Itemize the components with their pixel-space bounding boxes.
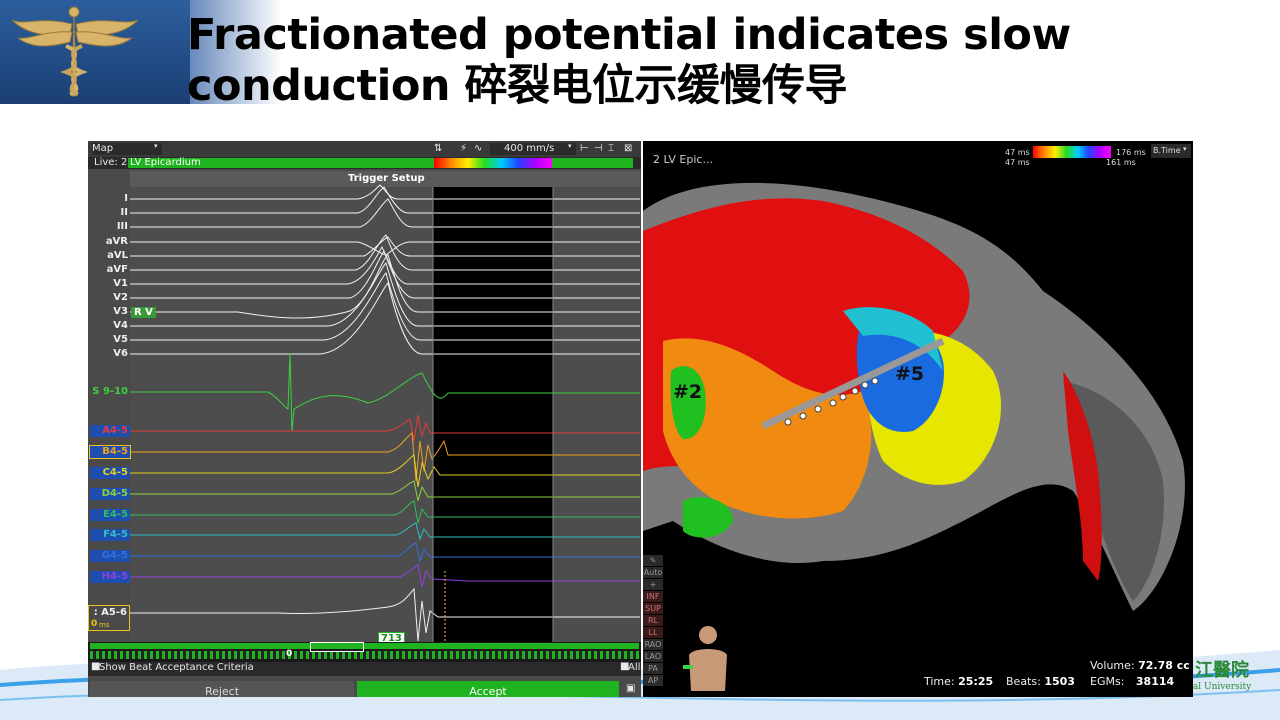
view-sup-button[interactable]: SUP [643,603,663,614]
orientation-torso-icon[interactable] [683,621,733,691]
chevron-down-icon: ▾ [1183,145,1187,153]
timeline-green-bar [90,643,639,649]
bipole-chip-g[interactable]: G4-5 [90,550,130,562]
bipole-trace-c [130,454,640,488]
ep-recording-panel: Map ▾ ⇅ ⚡ ∿ 400 mm/s ▾ ⊢ ⊣ ⌶ ⊠ Live: 2 L… [88,141,641,697]
selected-channel-box[interactable]: : A5-6 0 ms [88,605,130,631]
lead-label-iii: III [116,221,128,232]
egms-value: 38114 [1135,675,1175,688]
watermark-en: ical University [1185,682,1252,692]
egm-traces [130,184,640,642]
bipole-chip-e[interactable]: E4-5 [90,509,130,521]
volume-label: Volume: [1090,659,1135,672]
ref-trace [130,352,640,432]
egms-readout: EGMs: 38114 [1090,675,1174,688]
view-inf-button[interactable]: INF [643,591,663,602]
reject-button[interactable]: Reject [90,681,354,697]
ecg-trace-v5 [130,272,640,341]
ecg-trace-v6 [130,282,640,355]
bipole-trace-d [130,480,640,502]
lat-max-bottom: 161 ms [1106,158,1136,167]
ms-unit: ms [99,621,110,629]
lat-color-scale[interactable] [1033,146,1111,158]
bipole-trace-h [130,564,640,588]
lead-label-avr: aVR [105,236,128,247]
lock-icon[interactable]: ▣ [626,683,635,694]
timeline-zero: 0 [286,649,293,659]
bipole-trace-a [130,414,640,442]
lead-label-v3: V3 [113,306,128,317]
view-ll-button[interactable]: LL [643,627,663,638]
all-label: All [628,662,641,673]
bipole-chip-a[interactable]: A4-5 [90,425,130,437]
bipole-chip-c[interactable]: C4-5 [90,467,130,479]
ecg-trace-v4 [130,262,640,327]
time-value: 25:25 [958,675,994,688]
view-pa-button[interactable]: PA [643,663,663,674]
show-beat-label: Show Beat Acceptance Criteria [99,662,254,673]
lead-label-avl: aVL [107,250,128,261]
caduceus-logo-icon [11,6,139,97]
lead-label-v6: V6 [113,348,128,359]
add-view-button[interactable]: + [643,579,663,590]
volume-value: 72.78 cc [1138,659,1190,672]
zero-ms-value: 0 [91,619,98,629]
lead-label-avf: aVF [106,264,128,275]
map-type-value: B.Time [1153,146,1181,155]
lead-label-i: I [124,193,128,204]
beats-label: Beats: [1006,675,1041,688]
view-rl-button[interactable]: RL [643,615,663,626]
egms-label: EGMs: [1090,675,1125,688]
lat-max-top: 176 ms [1116,148,1146,157]
lead-label-v1: V1 [113,278,128,289]
lead-label-ii: II [120,207,128,218]
accept-button[interactable]: Accept [357,681,619,697]
lat-min-bottom: 47 ms [1005,158,1030,167]
slide-title-line1: Fractionated potential indicates slow [187,10,1071,60]
time-readout: Time: 25:25 [924,675,993,688]
lead-label-v5: V5 [113,334,128,345]
bipole-chip-f[interactable]: F4-5 [90,529,130,541]
bipole-chip-d[interactable]: D4-5 [90,488,130,500]
map-type-select[interactable]: B.Time ▾ [1151,144,1191,158]
view-lao-button[interactable]: LAO [643,651,663,662]
map-title: 2 LV Epic... [653,153,713,166]
pen-tool-button[interactable]: ✎ [643,555,663,566]
site-marker-5[interactable]: #5 [895,363,924,385]
lat-min-top: 47 ms [1005,148,1030,157]
accept-label: Accept [469,685,507,697]
hospital-watermark: 江醫院 ical University [1185,656,1265,696]
beats-readout: Beats: 1503 [1006,675,1075,688]
timeline-handle[interactable] [310,642,364,652]
volume-readout: Volume: 72.78 cc [1090,659,1190,672]
ref-channel-label[interactable]: S 9-10 [88,386,128,397]
beats-value: 1503 [1044,675,1075,688]
time-label: Time: [924,675,955,688]
rv-badge: R V [131,307,156,318]
bipole-chip-h[interactable]: H4-5 [90,571,130,583]
bipole-trace-g [130,542,640,563]
bipole-chip-b[interactable]: B4-5 [89,445,131,459]
view-buttons: ✎ Auto + INF SUP RL LL RAO LAO PA AP [643,555,665,687]
view-ap-button[interactable]: AP [643,675,663,686]
bipole-trace-e [130,500,640,524]
ecg-trace-i [130,184,640,200]
watermark-cn: 江醫院 [1195,660,1249,681]
lead-label-v4: V4 [113,320,128,331]
bipole-trace-b [130,432,640,482]
bipole-trace-f [130,522,640,541]
map-panel[interactable]: #2 #5 2 LV Epic... 47 ms 47 ms 176 ms 16… [643,141,1193,697]
slide-title: Fractionated potential indicates slow co… [187,10,1267,112]
slide-title-line2: conduction 碎裂电位示缓慢传导 [187,61,847,111]
lat-map-render[interactable] [643,141,1193,697]
lead-label-v2: V2 [113,292,128,303]
site-marker-2[interactable]: #2 [673,381,702,403]
auto-button[interactable]: Auto [643,567,663,578]
selected-channel-label: : A5-6 [93,607,127,618]
reject-label: Reject [204,685,240,697]
view-rao-button[interactable]: RAO [643,639,663,650]
timeline-ticks [90,651,639,659]
